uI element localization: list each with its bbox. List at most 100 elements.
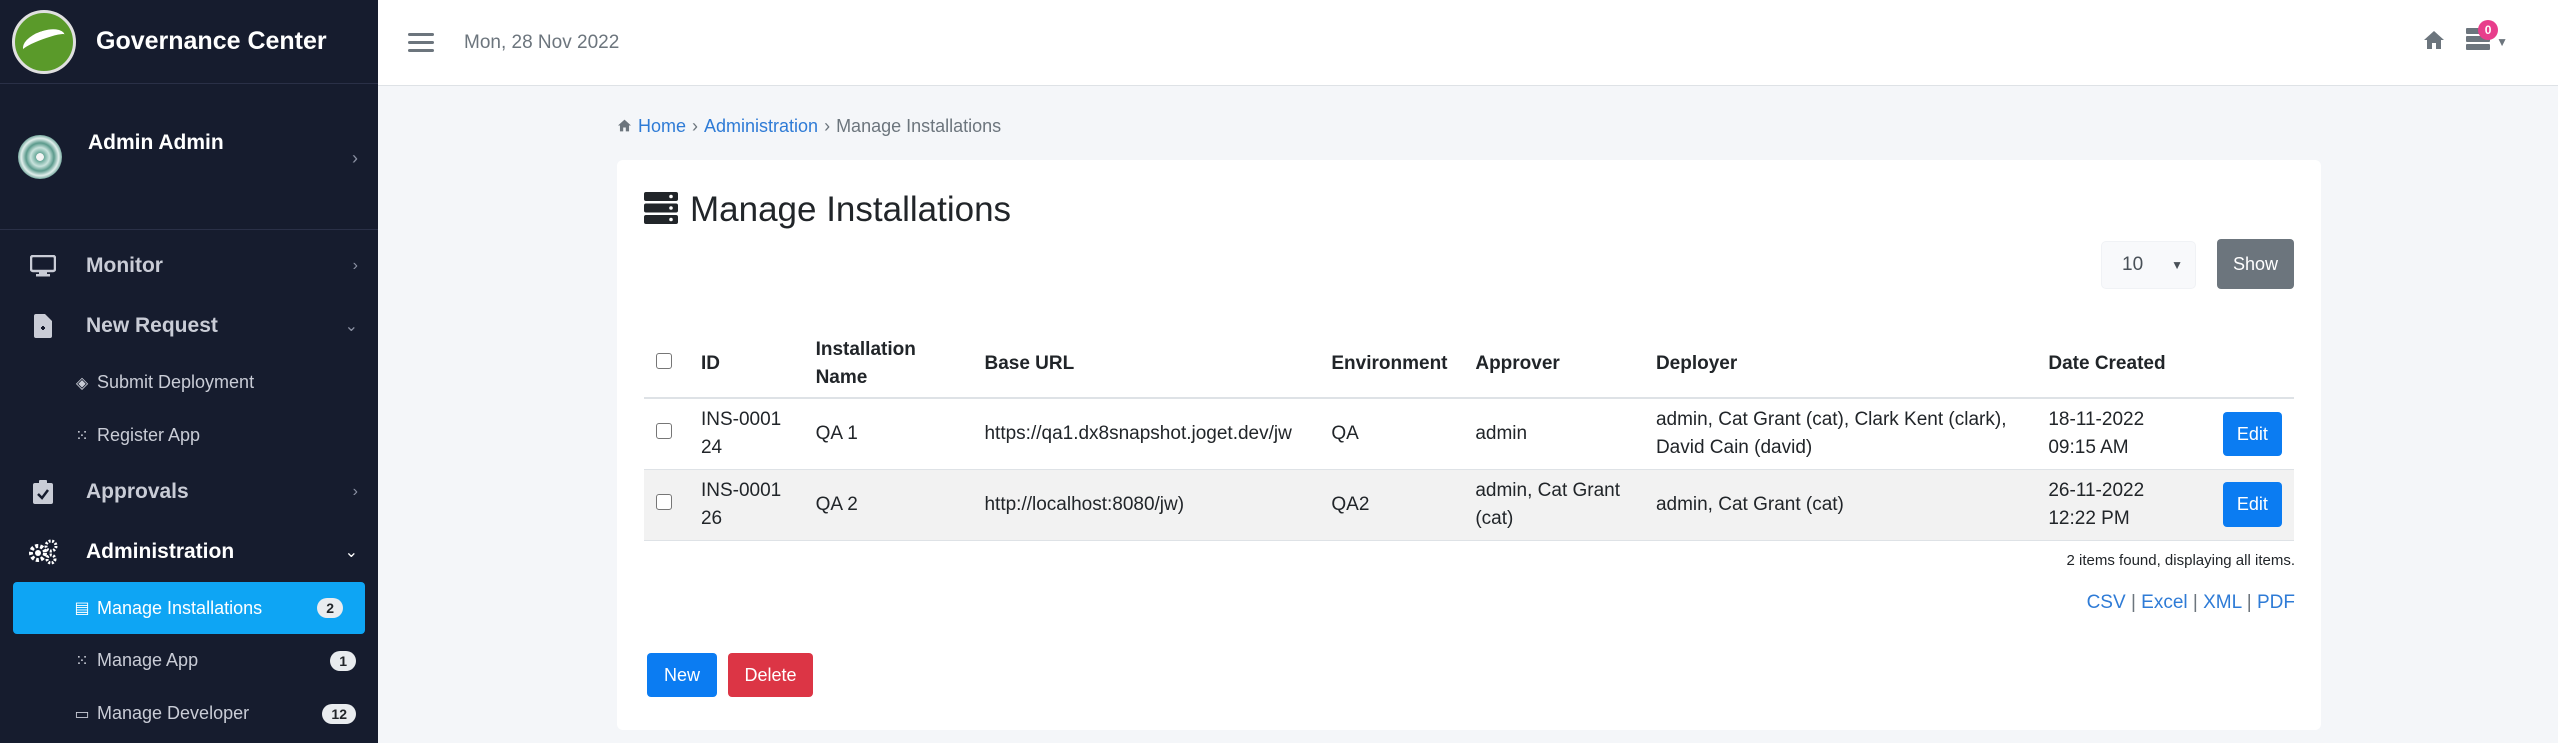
sidebar-item-manage-developer[interactable]: ▭ Manage Developer 12 xyxy=(0,687,378,740)
cell-installation-name: QA 1 xyxy=(803,398,973,470)
row-checkbox-cell xyxy=(644,398,689,470)
chevron-right-icon: › xyxy=(824,116,831,136)
home-icon[interactable] xyxy=(2423,30,2445,55)
column-header-approver[interactable]: Approver xyxy=(1463,330,1644,399)
cell-deployer: admin, Cat Grant (cat) xyxy=(1643,469,2037,541)
row-checkbox-cell xyxy=(644,469,689,541)
clipboard-check-icon xyxy=(28,479,58,505)
export-xml-link[interactable]: XML xyxy=(2203,592,2241,613)
sidebar-item-monitor[interactable]: Monitor › xyxy=(0,236,378,296)
cell-approver: admin xyxy=(1463,398,1644,470)
separator: | xyxy=(2192,592,2198,613)
chevron-right-icon: › xyxy=(692,116,699,136)
show-button[interactable]: Show xyxy=(2217,239,2294,289)
app-title: Governance Center xyxy=(96,27,327,55)
chevron-right-icon: › xyxy=(352,483,358,500)
cell-approver: admin, Cat Grant (cat) xyxy=(1463,469,1644,541)
new-button[interactable]: New xyxy=(647,653,717,697)
home-icon xyxy=(617,116,632,137)
menu-toggle-icon[interactable] xyxy=(408,33,434,52)
user-name: Admin Admin xyxy=(88,130,224,154)
current-date: Mon, 28 Nov 2022 xyxy=(464,31,620,53)
file-icon xyxy=(28,313,58,339)
notification-menu[interactable]: 0 ▼ xyxy=(2466,20,2508,55)
row-checkbox[interactable] xyxy=(656,493,672,510)
chevron-right-icon: › xyxy=(352,257,358,274)
sidebar-item-manage-installations[interactable]: ▤ Manage Installations 2 xyxy=(13,582,365,634)
caret-down-icon: ▼ xyxy=(2496,34,2508,49)
sidebar-item-label: Manage Developer xyxy=(97,703,250,723)
edit-button[interactable]: Edit xyxy=(2222,411,2282,456)
notification-badge: 0 xyxy=(2478,20,2499,40)
column-header-environment[interactable]: Environment xyxy=(1319,330,1464,399)
sidebar: Governance Center Admin Admin › Monitor … xyxy=(0,0,378,743)
page-title: Manage Installations xyxy=(644,190,1011,230)
select-all-checkbox[interactable] xyxy=(656,352,672,369)
select-all-cell xyxy=(644,330,689,399)
column-header-installation-name[interactable]: Installation Name xyxy=(803,330,973,399)
chevron-down-icon: ⌄ xyxy=(344,318,358,335)
delete-button[interactable]: Delete xyxy=(728,653,813,697)
cell-id: INS-000126 xyxy=(688,469,804,541)
count-badge: 1 xyxy=(330,650,356,671)
column-header-deployer[interactable]: Deployer xyxy=(1643,330,2037,399)
column-header-base-url[interactable]: Base URL xyxy=(972,330,1320,399)
brand[interactable]: Governance Center xyxy=(0,0,378,84)
cell-installation-name: QA 2 xyxy=(803,469,973,541)
sidebar-item-label: Administration xyxy=(86,540,235,563)
id-card-icon: ▭ xyxy=(74,705,90,723)
cell-base-url: https://qa1.dx8snapshot.joget.dev/jw xyxy=(972,398,1320,470)
cell-id: INS-000124 xyxy=(688,398,804,470)
breadcrumb-administration[interactable]: Administration xyxy=(704,116,818,137)
sidebar-item-label: Register App xyxy=(97,425,201,445)
table-icon: ▤ xyxy=(74,600,90,617)
sidebar-nav: Monitor › New Request ⌄ ◈ Submit Deploym… xyxy=(0,236,378,740)
topbar: Mon, 28 Nov 2022 0 ▼ xyxy=(378,0,2558,86)
sidebar-item-label: Submit Deployment xyxy=(97,372,255,392)
count-badge: 2 xyxy=(317,598,343,618)
user-panel[interactable]: Admin Admin › xyxy=(0,84,378,230)
export-pdf-link[interactable]: PDF xyxy=(2257,592,2295,613)
sidebar-item-new-request[interactable]: New Request ⌄ xyxy=(0,296,378,356)
row-checkbox[interactable] xyxy=(656,422,672,439)
layers-icon: ◈ xyxy=(75,374,89,392)
sidebar-item-approvals[interactable]: Approvals › xyxy=(0,462,378,522)
cell-date-created: 26-11-2022 12:22 PM xyxy=(2036,469,2211,541)
sidebar-item-administration[interactable]: Administration ⌄ xyxy=(0,522,378,582)
cell-action: Edit xyxy=(2210,469,2294,541)
cell-base-url: http://localhost:8080/jw) xyxy=(972,469,1320,541)
page-title-text: Manage Installations xyxy=(690,190,1012,229)
chevron-right-icon: › xyxy=(352,148,358,168)
column-header-action xyxy=(2210,330,2294,399)
export-csv-link[interactable]: CSV xyxy=(2087,592,2126,613)
export-links: CSV | Excel | XML | PDF xyxy=(2087,592,2295,614)
cell-environment: QA xyxy=(1319,398,1464,470)
column-header-date-created[interactable]: Date Created xyxy=(2036,330,2211,399)
separator: | xyxy=(2246,592,2252,613)
export-excel-link[interactable]: Excel xyxy=(2141,592,2187,613)
breadcrumb-home[interactable]: Home xyxy=(638,116,686,137)
column-header-id[interactable]: ID xyxy=(688,330,804,399)
breadcrumb: Home › Administration › Manage Installat… xyxy=(617,116,1001,137)
sidebar-item-label: Monitor xyxy=(86,254,163,277)
grid-icon: ⁙ xyxy=(75,652,89,670)
sidebar-item-register-app[interactable]: ⁙ Register App xyxy=(0,409,378,462)
page-size-select[interactable]: 10 ▼ xyxy=(2101,241,2196,289)
page-size-value: 10 xyxy=(2122,254,2144,275)
chevron-down-icon: ⌄ xyxy=(344,544,358,561)
installations-table: ID Installation Name Base URL Environmen… xyxy=(644,330,2294,541)
gears-icon xyxy=(28,539,58,565)
avatar xyxy=(18,134,62,179)
cell-deployer: admin, Cat Grant (cat), Clark Kent (clar… xyxy=(1643,398,2037,470)
sidebar-item-submit-deployment[interactable]: ◈ Submit Deployment xyxy=(0,356,378,409)
monitor-icon xyxy=(28,253,58,279)
cell-environment: QA2 xyxy=(1319,469,1464,541)
cell-date-created: 18-11-2022 09:15 AM xyxy=(2036,398,2211,470)
sidebar-item-manage-app[interactable]: ⁙ Manage App 1 xyxy=(0,634,378,687)
edit-button[interactable]: Edit xyxy=(2222,482,2282,527)
count-badge: 12 xyxy=(322,703,356,724)
brand-logo xyxy=(12,9,76,74)
cell-action: Edit xyxy=(2210,398,2294,470)
table-row: INS-000126 QA 2 http://localhost:8080/jw… xyxy=(644,469,2294,541)
table-header-row: ID Installation Name Base URL Environmen… xyxy=(644,330,2294,399)
